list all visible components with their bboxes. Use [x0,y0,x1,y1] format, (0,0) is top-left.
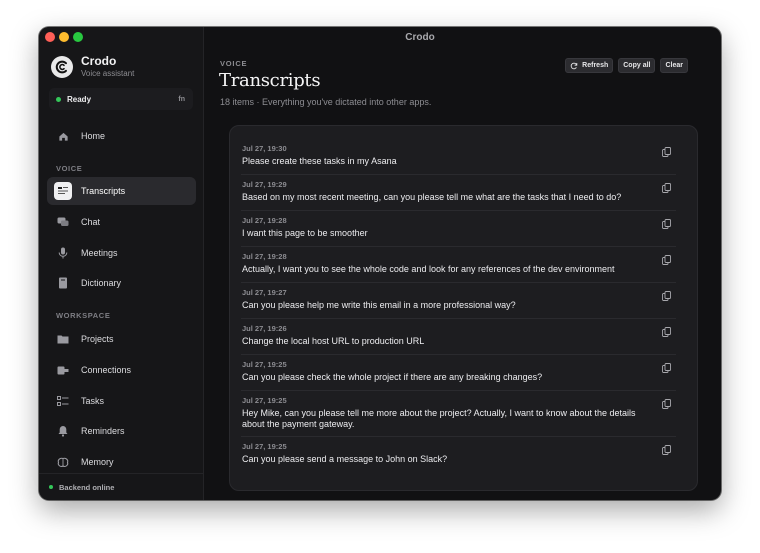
sidebar-item-label: Dictionary [81,278,122,288]
transcript-text: Hey Mike, can you please tell me more ab… [242,408,636,429]
transcript-text: Can you please check the whole project i… [242,372,543,382]
refresh-icon [570,62,578,70]
microphone-icon [56,246,70,260]
sidebar-item-label: Memory [81,457,114,467]
transcript-timestamp: Jul 27, 19:25 [242,396,287,405]
sidebar-item-label: Tasks [81,396,105,406]
crodo-logo-icon [51,55,73,78]
transcript-row[interactable]: Jul 27, 19:25 Can you please send a messa… [241,436,676,472]
transcript-text: I want this page to be smoother [242,228,368,238]
sidebar-item-label: Home [81,131,106,141]
transcript-timestamp: Jul 27, 19:28 [242,216,287,225]
sidebar-item-chat[interactable]: Chat [47,208,196,236]
copy-icon[interactable] [660,254,672,266]
transcript-text: Can you please send a message to John on… [242,454,448,464]
backend-status-dot-icon [49,485,53,489]
home-icon [56,129,70,143]
transcript-timestamp: Jul 27, 19:29 [242,180,287,189]
sidebar-item-memory[interactable]: Memory [47,448,196,476]
page-title: Transcripts [219,70,321,91]
copy-all-label: Copy all [623,62,651,69]
transcript-timestamp: Jul 27, 19:25 [242,442,287,451]
minimize-window-button[interactable] [59,32,69,42]
bell-icon [56,424,70,438]
backend-status: Backend online [39,473,203,500]
maximize-window-button[interactable] [73,32,83,42]
sidebar-item-meetings[interactable]: Meetings [47,239,196,267]
sidebar-item-transcripts[interactable]: Transcripts [47,177,196,205]
transcript-row[interactable]: Jul 27, 19:29 Based on my most recent mee… [241,174,676,211]
shortcut-hint: fn [178,95,185,103]
app-window: Crodo Voice assistant Ready fn Home VOIC… [39,27,721,500]
close-window-button[interactable] [45,32,55,42]
transcript-timestamp: Jul 27, 19:26 [242,324,287,333]
status-indicator[interactable]: Ready fn [49,88,193,110]
clear-button[interactable]: Clear [660,58,688,73]
transcript-row[interactable]: Jul 27, 19:26 Change the local host URL t… [241,318,676,355]
copy-icon[interactable] [660,146,672,158]
main-content: VOICE Transcripts 18 items · Everything … [204,27,721,500]
copy-icon[interactable] [660,182,672,194]
sidebar-item-connections[interactable]: Connections [47,356,196,384]
copy-icon[interactable] [660,290,672,302]
transcript-timestamp: Jul 27, 19:30 [242,144,287,153]
transcript-timestamp: Jul 27, 19:28 [242,252,287,261]
sidebar-item-dictionary[interactable]: Dictionary [47,269,196,297]
status-label: Ready [67,94,92,104]
checklist-icon [56,394,70,408]
transcripts-list: Jul 27, 19:30 Please create these tasks i… [229,125,698,491]
folder-icon [56,332,70,346]
transcript-row[interactable]: Jul 27, 19:25 Can you please check the wh… [241,354,676,391]
sidebar-item-home[interactable]: Home [47,122,196,150]
copy-icon[interactable] [660,362,672,374]
brand-name: Crodo [81,54,117,68]
transcript-row[interactable]: Jul 27, 19:27 Can you please help me writ… [241,282,676,319]
refresh-button[interactable]: Refresh [565,58,614,73]
sidebar-item-projects[interactable]: Projects [47,325,196,353]
sidebar-item-label: Reminders [81,426,125,436]
sidebar-item-tasks[interactable]: Tasks [47,387,196,415]
transcript-text: Please create these tasks in my Asana [242,156,397,166]
chat-icon [56,215,70,229]
sidebar-item-label: Connections [81,365,132,375]
plug-icon [56,363,70,377]
page-eyebrow: VOICE [220,59,248,68]
transcript-text: Can you please help me write this email … [242,300,516,310]
copy-all-button[interactable]: Copy all [618,58,656,73]
page-subtitle: 18 items · Everything you've dictated in… [220,97,432,107]
transcript-timestamp: Jul 27, 19:27 [242,288,287,297]
transcript-row[interactable]: Jul 27, 19:28 I want this page to be smoo… [241,210,676,247]
brand: Crodo Voice assistant [51,54,134,79]
transcript-row[interactable]: Jul 27, 19:30 Please create these tasks i… [241,126,676,175]
transcripts-icon [54,182,72,200]
brain-icon [56,455,70,469]
toolbar: Refresh Copy all Clear [565,58,688,73]
transcript-timestamp: Jul 27, 19:25 [242,360,287,369]
sidebar-item-reminders[interactable]: Reminders [47,417,196,445]
sidebar-item-label: Meetings [81,248,118,258]
sidebar-item-label: Projects [81,334,114,344]
sidebar: Crodo Voice assistant Ready fn Home VOIC… [39,27,204,500]
transcript-text: Actually, I want you to see the whole co… [242,264,615,274]
sidebar-item-label: Chat [81,217,101,227]
transcript-text: Change the local host URL to production … [242,336,425,346]
section-label-voice: VOICE [56,164,83,173]
transcript-text: Based on my most recent meeting, can you… [242,192,622,202]
copy-icon[interactable] [660,218,672,230]
copy-icon[interactable] [660,326,672,338]
book-icon [56,276,70,290]
copy-icon[interactable] [660,444,672,456]
backend-status-label: Backend online [59,482,115,492]
brand-subtitle: Voice assistant [81,69,135,78]
transcript-row[interactable]: Jul 27, 19:28 Actually, I want you to see… [241,246,676,283]
status-dot-icon [56,96,61,102]
refresh-label: Refresh [582,62,609,69]
clear-label: Clear [665,62,683,69]
section-label-workspace: WORKSPACE [56,311,111,320]
sidebar-item-label: Transcripts [81,186,126,196]
transcript-row[interactable]: Jul 27, 19:25 Hey Mike, can you please te… [241,390,676,437]
copy-icon[interactable] [660,398,672,410]
